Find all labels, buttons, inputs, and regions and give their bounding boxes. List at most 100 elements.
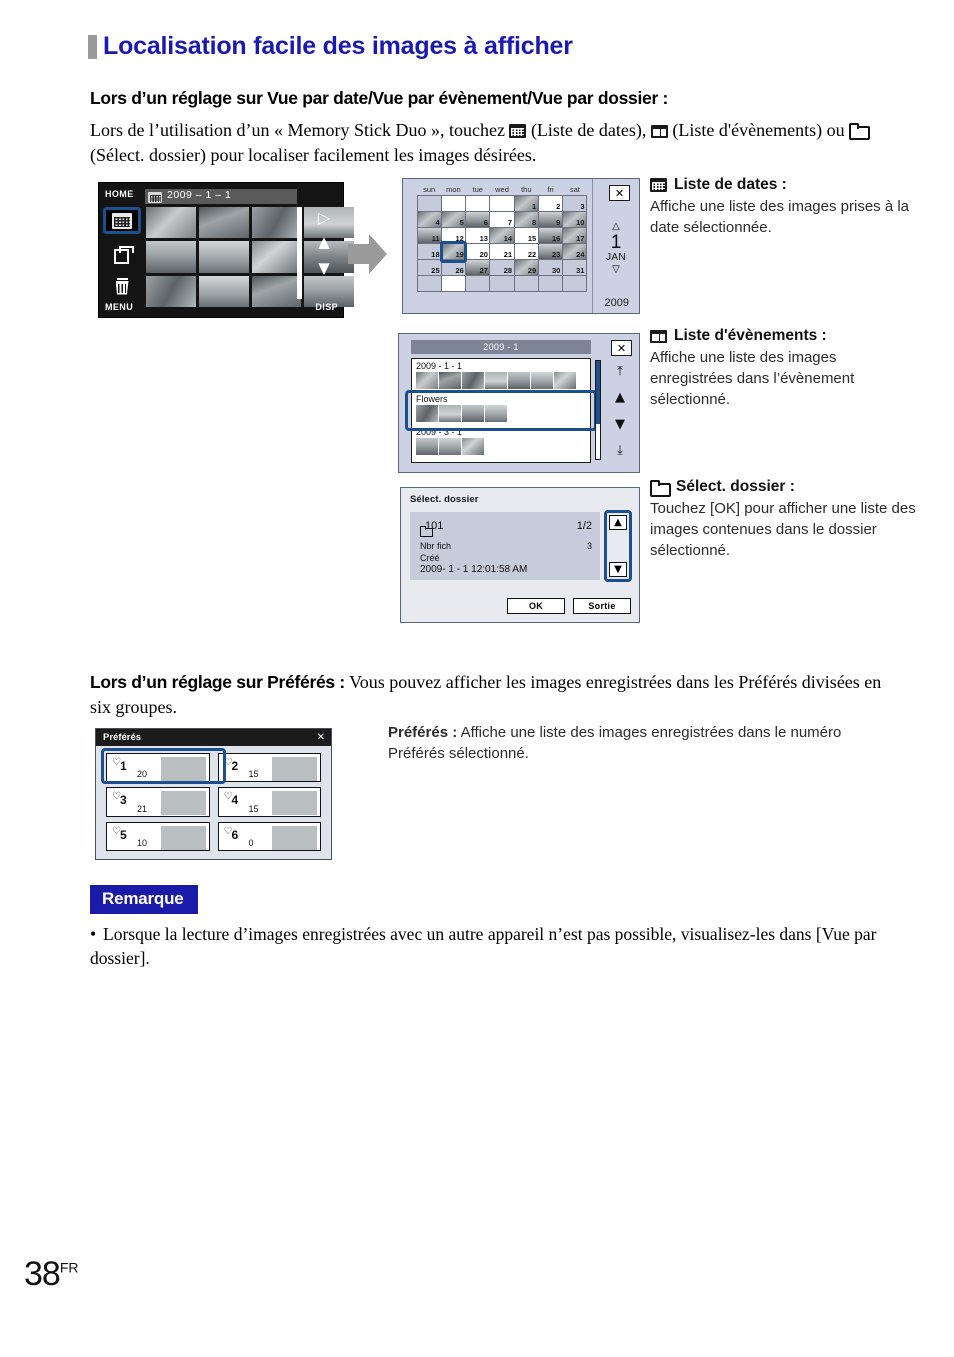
calendar-day-cell[interactable]: 11 bbox=[418, 228, 443, 244]
favorites-item[interactable]: ♡ 5 10 bbox=[106, 821, 210, 851]
favorites-item-thumbnail bbox=[160, 791, 206, 816]
camera-date-list-button[interactable] bbox=[103, 207, 141, 234]
calendar-day-cell[interactable]: 12 bbox=[442, 228, 467, 244]
ok-button[interactable]: OK bbox=[507, 598, 565, 614]
event-row[interactable]: 2009 - 1 - 1 bbox=[414, 361, 588, 392]
favorites-item-number: 3 bbox=[120, 793, 127, 808]
calendar-day-cell[interactable]: 5 bbox=[442, 212, 467, 228]
calendar-day-cell[interactable]: 27 bbox=[466, 260, 491, 276]
camera-disp-label[interactable]: DISP bbox=[315, 302, 338, 312]
calendar-day-cell[interactable]: 18 bbox=[418, 244, 443, 260]
thumbnail[interactable] bbox=[198, 241, 249, 273]
calendar-day-cell[interactable]: 2 bbox=[538, 196, 563, 212]
calendar-day-cell[interactable]: 19 bbox=[442, 244, 467, 260]
calendar-day-cell[interactable]: 31 bbox=[562, 260, 587, 276]
thumbnail[interactable] bbox=[251, 207, 302, 239]
thumbnail[interactable] bbox=[251, 241, 302, 273]
date-list-panel: sun mon tue wed thu fri sat 1 2 3 4 5 6 7 8 9 10 1… bbox=[402, 178, 640, 314]
page-up-icon[interactable]: ▲ bbox=[307, 229, 341, 255]
thumbnail[interactable] bbox=[439, 438, 461, 455]
camera-scrollbar[interactable] bbox=[297, 207, 302, 299]
calendar-day-cell[interactable]: 26 bbox=[442, 260, 467, 276]
month-down-icon[interactable]: ▽ bbox=[593, 264, 639, 276]
calendar-day-number: 8 bbox=[532, 218, 537, 227]
calendar-day-number: 23 bbox=[552, 250, 561, 259]
folder-up-button[interactable]: ▲ bbox=[609, 515, 627, 530]
jump-bottom-icon[interactable]: ⤓ bbox=[617, 444, 623, 457]
jump-top-icon[interactable]: ⤒ bbox=[617, 365, 623, 378]
thumbnail[interactable] bbox=[508, 372, 530, 389]
scroll-down-icon[interactable]: ▼ bbox=[615, 418, 625, 431]
folder-select-panel: Sélect. dossier 101 1/2 Nbr fich 3 Créé … bbox=[400, 487, 640, 623]
calendar-day-cell[interactable]: 21 bbox=[490, 244, 515, 260]
event-scrollbar-thumb[interactable] bbox=[596, 361, 600, 424]
exit-button[interactable]: Sortie bbox=[573, 598, 631, 614]
favorites-item[interactable]: ♡ 6 0 bbox=[217, 821, 321, 851]
dow-label: sat bbox=[569, 185, 580, 194]
calendar-day-cell[interactable]: 7 bbox=[490, 212, 515, 228]
thumbnail[interactable] bbox=[462, 372, 484, 389]
favorites-item[interactable]: ♡ 3 21 bbox=[106, 787, 210, 817]
calendar-day-cell[interactable]: 8 bbox=[514, 212, 539, 228]
page-down-icon[interactable]: ▼ bbox=[307, 255, 341, 281]
calendar-day-cell[interactable]: 10 bbox=[562, 212, 587, 228]
camera-multi-burst-button[interactable] bbox=[103, 242, 141, 266]
camera-home-label[interactable]: HOME bbox=[105, 189, 134, 199]
calendar-day-cell[interactable]: 23 bbox=[538, 244, 563, 260]
calendar-day-cell[interactable]: 16 bbox=[538, 228, 563, 244]
thumbnail[interactable] bbox=[416, 438, 438, 455]
calendar-day-cell[interactable]: 9 bbox=[538, 212, 563, 228]
calendar-day-cell[interactable]: 30 bbox=[538, 260, 563, 276]
calendar-side-controls: ✕ △ 1 JAN ▽ bbox=[592, 179, 639, 313]
thumbnail[interactable] bbox=[462, 438, 484, 455]
calendar-day-cell[interactable]: 28 bbox=[490, 260, 515, 276]
camera-menu-label[interactable]: MENU bbox=[105, 302, 133, 312]
calendar-day-number: 12 bbox=[455, 234, 464, 243]
calendar-day-cell[interactable]: 14 bbox=[490, 228, 515, 244]
rotate-playback-icon[interactable]: ▷ bbox=[307, 207, 341, 229]
calendar-day-cell[interactable]: 17 bbox=[562, 228, 587, 244]
calendar-day-cell[interactable]: 25 bbox=[418, 260, 443, 276]
event-scrollbar[interactable] bbox=[595, 360, 601, 460]
close-icon[interactable]: ✕ bbox=[317, 732, 325, 743]
thumbnail[interactable] bbox=[416, 405, 438, 422]
thumbnail[interactable] bbox=[416, 372, 438, 389]
event-row[interactable]: Flowers bbox=[414, 394, 588, 425]
calendar-day-cell[interactable]: 1 bbox=[514, 196, 539, 212]
calendar-day-cell[interactable]: 4 bbox=[418, 212, 443, 228]
thumbnail[interactable] bbox=[439, 372, 461, 389]
calendar-day-cell[interactable]: 13 bbox=[466, 228, 491, 244]
close-icon[interactable]: ✕ bbox=[609, 185, 630, 201]
calendar-day-cell[interactable]: 22 bbox=[514, 244, 539, 260]
calendar-empty-cell bbox=[442, 196, 467, 212]
calendar-day-cell[interactable]: 24 bbox=[562, 244, 587, 260]
thumbnail[interactable] bbox=[554, 372, 576, 389]
thumbnail[interactable] bbox=[462, 405, 484, 422]
thumbnail[interactable] bbox=[146, 275, 196, 307]
calendar-day-cell[interactable]: 29 bbox=[514, 260, 539, 276]
thumbnail[interactable] bbox=[485, 405, 507, 422]
folder-down-button[interactable]: ▼ bbox=[609, 562, 627, 577]
scroll-up-icon[interactable]: ▲ bbox=[615, 391, 625, 404]
thumbnail[interactable] bbox=[439, 405, 461, 422]
close-icon[interactable]: ✕ bbox=[611, 340, 632, 356]
description-event-list: Liste d'évènements : Affiche une liste d… bbox=[650, 327, 915, 410]
thumbnail[interactable] bbox=[146, 207, 196, 239]
thumbnail[interactable] bbox=[485, 372, 507, 389]
event-row[interactable]: 2009 - 3 - 1 bbox=[414, 427, 588, 458]
thumbnail[interactable] bbox=[531, 372, 553, 389]
calendar-day-cell[interactable]: 6 bbox=[466, 212, 491, 228]
favorites-item[interactable]: ♡ 2 15 bbox=[217, 753, 321, 783]
calendar-day-cell[interactable]: 15 bbox=[514, 228, 539, 244]
favorites-item[interactable]: ♡ 4 15 bbox=[217, 787, 321, 817]
event-thumbnail-strip bbox=[414, 405, 588, 422]
favorites-item[interactable]: ♡ 1 20 bbox=[106, 753, 210, 783]
calendar-day-cell[interactable]: 20 bbox=[466, 244, 491, 260]
thumbnail[interactable] bbox=[198, 275, 249, 307]
calendar-day-cell[interactable]: 3 bbox=[562, 196, 587, 212]
thumbnail[interactable] bbox=[198, 207, 249, 239]
thumbnail[interactable] bbox=[251, 275, 302, 307]
camera-delete-button[interactable] bbox=[103, 274, 141, 298]
thumbnail[interactable] bbox=[146, 241, 196, 273]
remark-label: Remarque bbox=[102, 889, 184, 908]
